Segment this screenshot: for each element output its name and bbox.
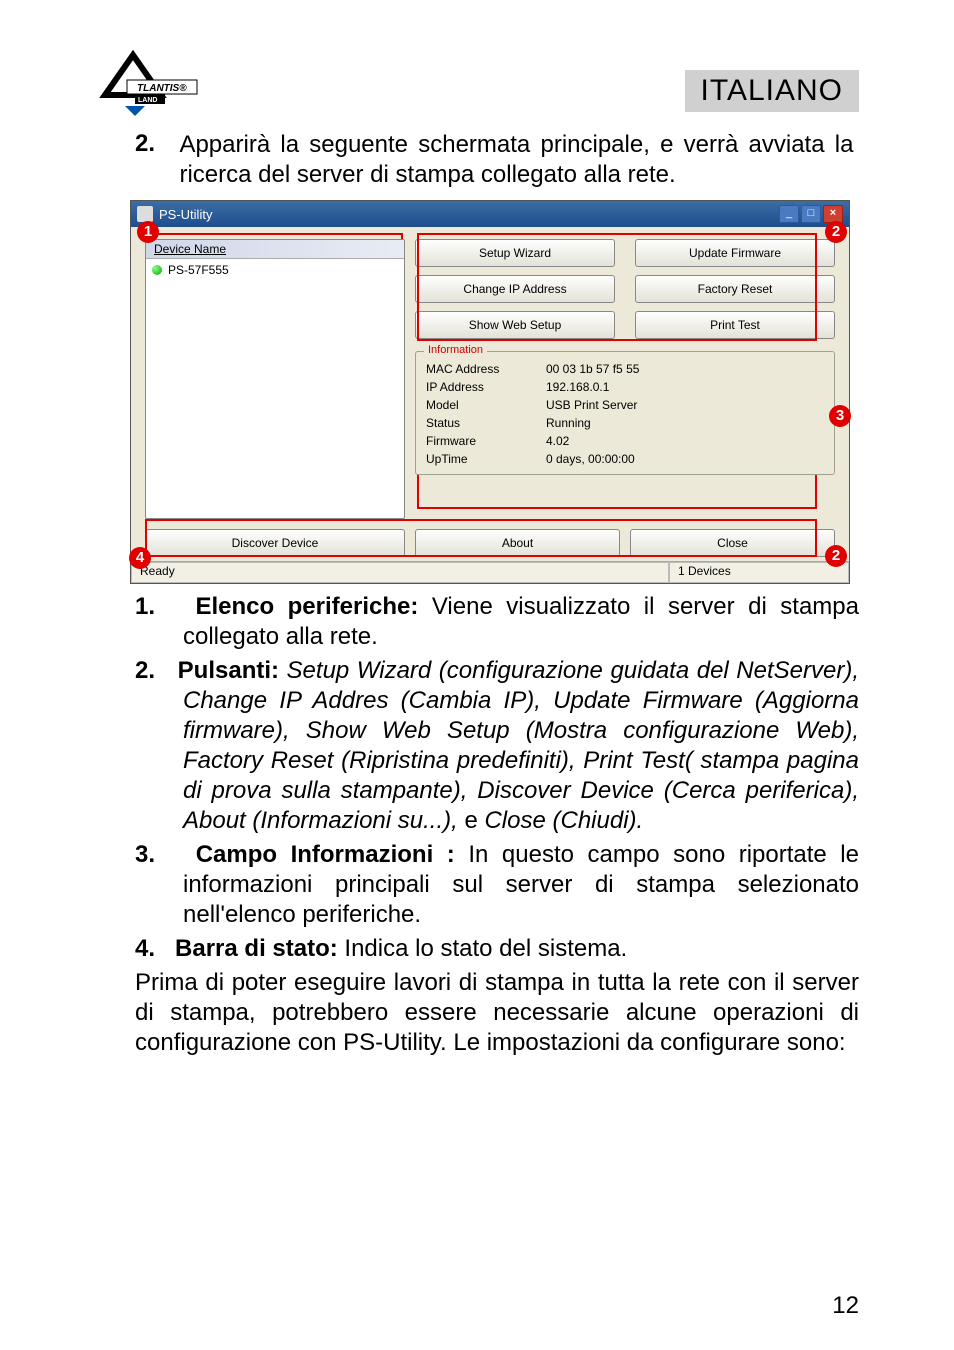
device-list-panel: Device Name PS-57F555 bbox=[145, 239, 405, 519]
minimize-button[interactable]: _ bbox=[779, 205, 799, 223]
status-value: Running bbox=[546, 416, 591, 430]
brand-logo: TLANTIS® LAND bbox=[95, 50, 205, 120]
model-value: USB Print Server bbox=[546, 398, 637, 412]
device-name: PS-57F555 bbox=[168, 263, 229, 277]
annotation-badge-2: 2 bbox=[825, 221, 847, 243]
firmware-label: Firmware bbox=[426, 434, 546, 448]
setup-wizard-button[interactable]: Setup Wizard bbox=[415, 239, 615, 267]
status-ready: Ready bbox=[131, 562, 669, 583]
information-group-title: Information bbox=[424, 344, 487, 356]
list-item-4: 4. Barra di stato: Indica lo stato del s… bbox=[95, 934, 859, 964]
ip-label: IP Address bbox=[426, 380, 546, 394]
annotation-badge-4: 4 bbox=[129, 547, 151, 569]
status-bar: Ready 1 Devices bbox=[131, 561, 849, 583]
list-item-1: 1. Elenco periferiche: Viene visualizzat… bbox=[95, 592, 859, 652]
uptime-value: 0 days, 00:00:00 bbox=[546, 452, 635, 466]
app-icon bbox=[137, 206, 153, 222]
about-button[interactable]: About bbox=[415, 529, 620, 557]
device-list-header[interactable]: Device Name bbox=[146, 240, 404, 259]
status-device-count: 1 Devices bbox=[669, 562, 849, 583]
discover-device-button[interactable]: Discover Device bbox=[145, 529, 405, 557]
device-list-item[interactable]: PS-57F555 bbox=[146, 259, 404, 281]
annotation-badge-3: 3 bbox=[829, 405, 851, 427]
list-item-2: 2. Pulsanti: Setup Wizard (configurazion… bbox=[95, 656, 859, 836]
close-button[interactable]: Close bbox=[630, 529, 835, 557]
ip-value: 192.168.0.1 bbox=[546, 380, 609, 394]
closing-paragraph: Prima di poter eseguire lavori di stampa… bbox=[95, 968, 859, 1058]
window-title: PS-Utility bbox=[159, 207, 212, 222]
uptime-label: UpTime bbox=[426, 452, 546, 466]
language-badge: ITALIANO bbox=[685, 70, 859, 112]
ps-utility-window: PS-Utility _ □ × 1 2 3 2 4 Device Name P… bbox=[130, 200, 850, 584]
titlebar: PS-Utility _ □ × bbox=[131, 201, 849, 227]
firmware-value: 4.02 bbox=[546, 434, 569, 448]
annotation-badge-1: 1 bbox=[137, 221, 159, 243]
show-web-setup-button[interactable]: Show Web Setup bbox=[415, 311, 615, 339]
model-label: Model bbox=[426, 398, 546, 412]
information-group: Information MAC Address00 03 1b 57 f5 55… bbox=[415, 351, 835, 475]
list-item-3: 3. Campo Informazioni : In questo campo … bbox=[95, 840, 859, 930]
maximize-button[interactable]: □ bbox=[801, 205, 821, 223]
status-label: Status bbox=[426, 416, 546, 430]
page-number: 12 bbox=[832, 1292, 859, 1320]
factory-reset-button[interactable]: Factory Reset bbox=[635, 275, 835, 303]
intro-number: 2. bbox=[135, 130, 175, 158]
device-status-icon bbox=[152, 265, 162, 275]
update-firmware-button[interactable]: Update Firmware bbox=[635, 239, 835, 267]
annotation-badge-2b: 2 bbox=[825, 545, 847, 567]
svg-text:LAND: LAND bbox=[138, 97, 157, 104]
intro-text: Apparirà la seguente schermata principal… bbox=[179, 130, 853, 190]
print-test-button[interactable]: Print Test bbox=[635, 311, 835, 339]
change-ip-button[interactable]: Change IP Address bbox=[415, 275, 615, 303]
mac-value: 00 03 1b 57 f5 55 bbox=[546, 362, 639, 376]
mac-label: MAC Address bbox=[426, 362, 546, 376]
svg-text:TLANTIS®: TLANTIS® bbox=[137, 83, 187, 94]
